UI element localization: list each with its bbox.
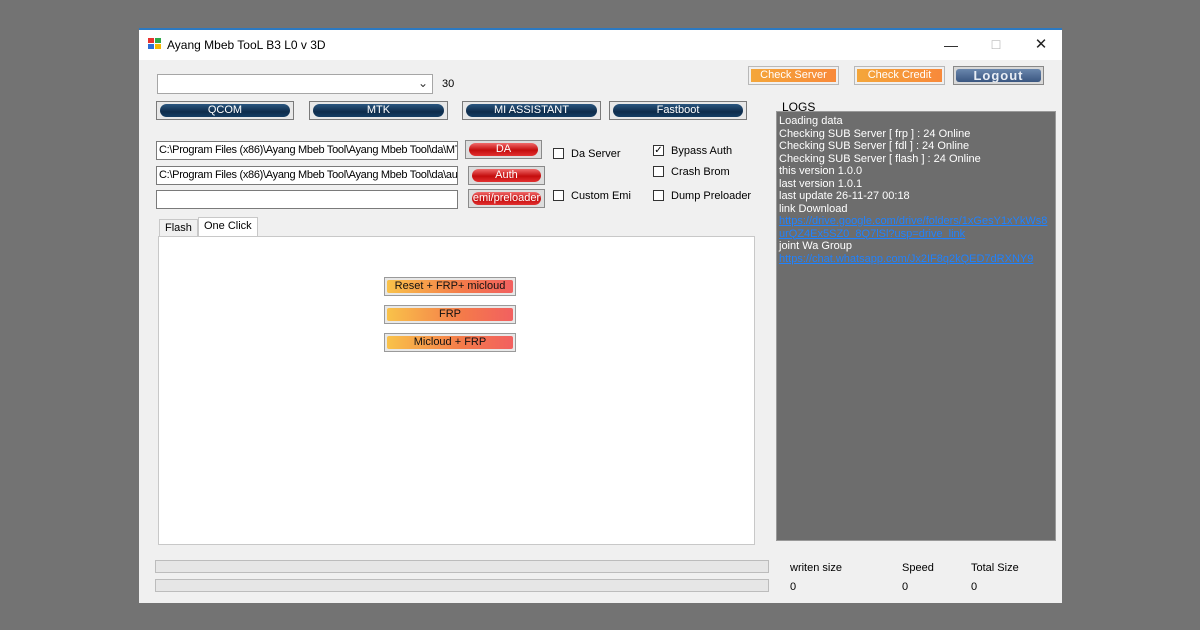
check-credit-button[interactable]: Check Credit xyxy=(854,66,945,85)
check-server-button[interactable]: Check Server xyxy=(748,66,839,85)
chevron-down-icon: ⌄ xyxy=(417,76,428,90)
mtk-button[interactable]: MTK xyxy=(309,101,448,120)
logout-button[interactable]: Logout xyxy=(953,66,1044,85)
log-link[interactable]: https://drive.google.com/drive/folders/1… xyxy=(779,215,1053,240)
tab-flash[interactable]: Flash xyxy=(159,219,198,236)
da-server-label: Da Server xyxy=(571,148,621,160)
speed-value: 0 xyxy=(902,581,909,593)
log-line: link Download xyxy=(779,202,848,215)
crash-brom-label: Crash Brom xyxy=(671,166,730,178)
progress-bar-2 xyxy=(155,579,769,592)
log-line: Checking SUB Server [ flash ] : 24 Onlin… xyxy=(779,152,981,165)
device-combo[interactable]: ⌄ xyxy=(157,74,433,94)
speed-label: Speed xyxy=(902,562,934,574)
log-line: Checking SUB Server [ frp ] : 24 Online xyxy=(779,127,971,140)
maximize-icon[interactable]: ☐ xyxy=(973,34,1019,56)
log-line: last version 1.0.1 xyxy=(779,177,863,190)
logs-panel[interactable]: Loading data Checking SUB Server [ frp ] … xyxy=(776,111,1056,541)
written-size-value: 0 xyxy=(790,581,797,593)
mi-assistant-button[interactable]: MI ASSISTANT xyxy=(462,101,601,120)
checkmark-icon: ✓ xyxy=(654,145,663,156)
bypass-auth-label: Bypass Auth xyxy=(671,145,733,157)
written-size-label: writen size xyxy=(790,562,842,574)
frp-button[interactable]: FRP xyxy=(384,305,516,324)
qcom-button[interactable]: QCOM xyxy=(156,101,294,120)
dump-preloader-checkbox[interactable] xyxy=(653,190,664,201)
total-size-label: Total Size xyxy=(971,562,1019,574)
log-line: last update 26-11-27 00:18 xyxy=(779,190,910,202)
da-button[interactable]: DA xyxy=(465,140,542,159)
tab-one-click[interactable]: One Click xyxy=(198,217,258,237)
auth-button[interactable]: Auth xyxy=(468,166,545,185)
log-line: Checking SUB Server [ fdl ] : 24 Online xyxy=(779,140,970,152)
log-line: Loading data xyxy=(779,115,843,127)
bypass-auth-checkbox[interactable]: ✓ xyxy=(653,145,664,156)
app-window: Ayang Mbeb TooL B3 L0 v 3D — ☐ ✕ ⌄ 30 QC… xyxy=(139,28,1062,603)
log-line: this version 1.0.0 xyxy=(779,165,863,177)
reset-frp-micloud-button[interactable]: Reset + FRP+ micloud xyxy=(384,277,516,296)
auth-path-field[interactable]: C:\Program Files (x86)\Ayang Mbeb Tool\A… xyxy=(156,166,458,185)
emi-path-field[interactable] xyxy=(156,190,458,209)
title-bar: Ayang Mbeb TooL B3 L0 v 3D — ☐ ✕ xyxy=(139,30,1062,60)
log-link[interactable]: https://chat.whatsapp.com/Jx2IF8q2kQED7d… xyxy=(779,253,1053,266)
custom-emi-label: Custom Emi xyxy=(571,190,631,202)
progress-bar-1 xyxy=(155,560,769,573)
minimize-icon[interactable]: — xyxy=(928,34,974,56)
window-title: Ayang Mbeb TooL B3 L0 v 3D xyxy=(167,38,326,52)
micloud-frp-button[interactable]: Micloud + FRP xyxy=(384,333,516,352)
log-line: joint Wa Group xyxy=(779,240,852,252)
da-server-checkbox[interactable] xyxy=(553,148,564,159)
crash-brom-checkbox[interactable] xyxy=(653,166,664,177)
total-size-value: 0 xyxy=(971,581,978,593)
one-click-panel: Reset + FRP+ micloud FRP Micloud + FRP xyxy=(158,236,755,545)
custom-emi-checkbox[interactable] xyxy=(553,190,564,201)
da-path-field[interactable]: C:\Program Files (x86)\Ayang Mbeb Tool\A… xyxy=(156,141,458,160)
close-icon[interactable]: ✕ xyxy=(1018,34,1064,56)
emi-preloader-button[interactable]: emi/preloader xyxy=(468,189,545,208)
fastboot-button[interactable]: Fastboot xyxy=(609,101,747,120)
combo-count: 30 xyxy=(442,78,455,90)
dump-preloader-label: Dump Preloader xyxy=(671,190,752,202)
app-icon xyxy=(148,38,162,50)
